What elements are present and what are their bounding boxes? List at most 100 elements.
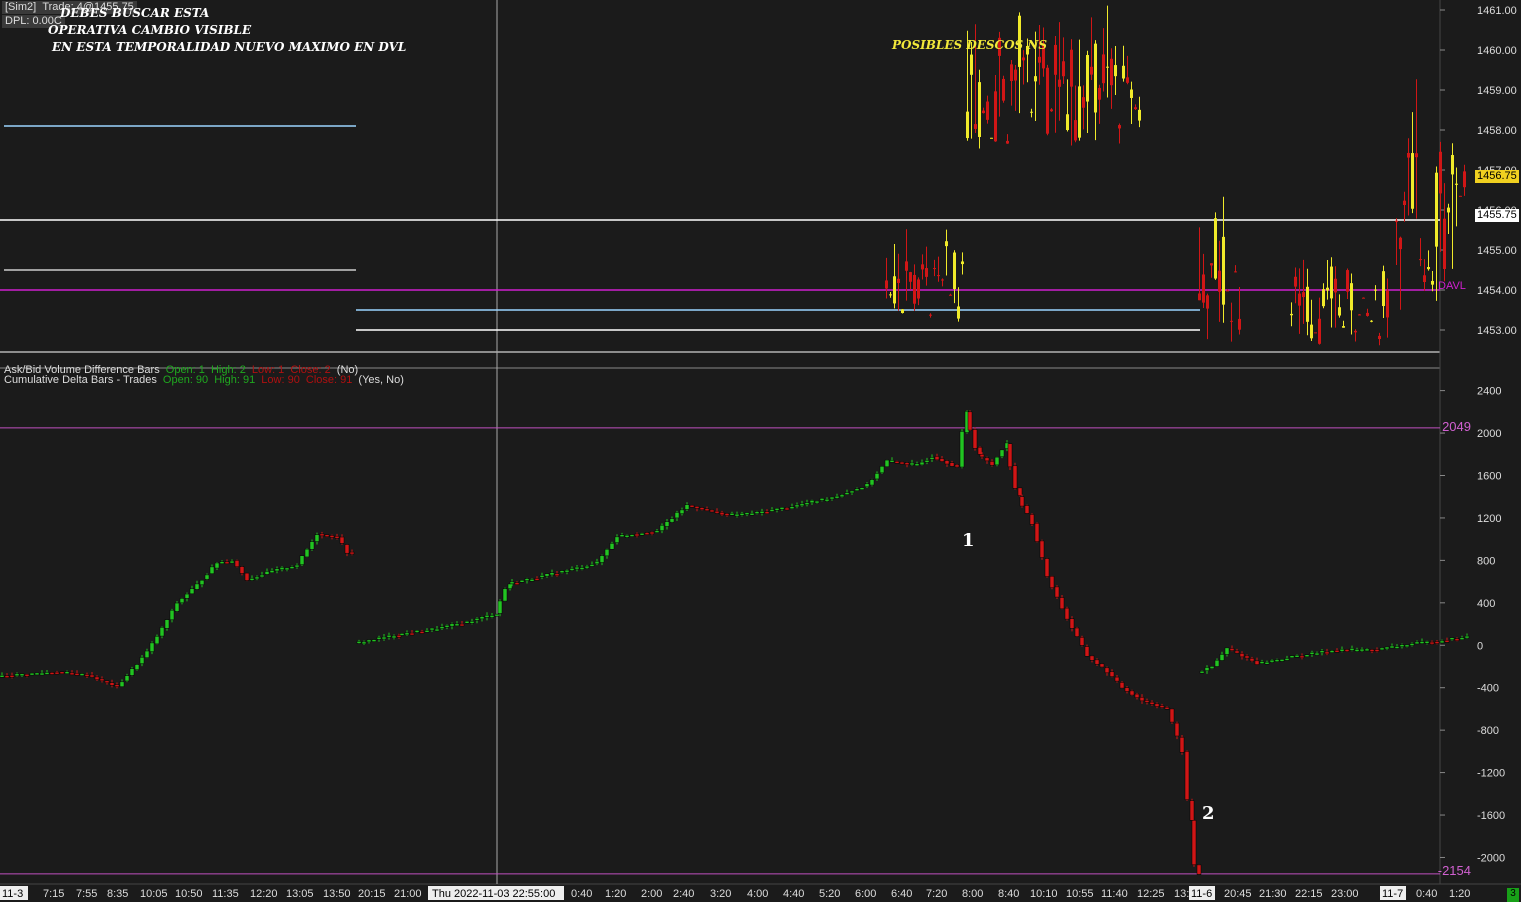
price-candle (1202, 274, 1205, 303)
x-tick-label: 10:55 (1066, 888, 1094, 900)
price-candle (1411, 153, 1414, 209)
delta-bar (1459, 637, 1465, 640)
delta-bar (304, 548, 310, 558)
x-tick-label: 2:40 (673, 888, 694, 900)
delta-bar (1049, 576, 1055, 588)
delta-bar (634, 533, 640, 537)
price-candle (1378, 335, 1381, 340)
delta-bar (609, 543, 615, 550)
delta-bar (699, 507, 705, 511)
annotation-posibles: POSIBLES DESCOS NS (892, 38, 1048, 52)
delta-bar (594, 561, 600, 565)
delta-bar (1196, 864, 1202, 875)
delta-bar (949, 462, 955, 467)
price-candle (1130, 89, 1133, 98)
delta-bar (1464, 635, 1470, 639)
price-candle (1298, 293, 1301, 306)
price-tick-label: 1455.00 (1477, 245, 1517, 257)
delta-bar (1434, 641, 1440, 644)
chart-canvas[interactable]: 1461.001460.001459.001458.001457.001456.… (0, 0, 1521, 902)
delta-bar (109, 682, 115, 686)
x-tick-label: 1:20 (1449, 888, 1470, 900)
delta-bar (361, 641, 367, 645)
delta-bar (834, 495, 840, 499)
delta-bar (1124, 687, 1130, 692)
price-candle (893, 276, 896, 304)
delta-bar (1364, 648, 1370, 652)
delta-bar (1054, 586, 1060, 598)
delta-bar (1114, 676, 1120, 682)
price-candle (1078, 86, 1081, 138)
delta-bar (904, 462, 910, 466)
delta-bar (914, 463, 920, 467)
delta-bar (239, 566, 245, 574)
price-candle (1407, 152, 1410, 158)
delta-bar (124, 675, 130, 682)
price-candle (1102, 54, 1105, 84)
delta-bar (1094, 659, 1100, 665)
delta-bar (1119, 682, 1125, 689)
delta-bar (1154, 703, 1160, 707)
price-candle (929, 314, 932, 316)
x-tick-label: 13:05 (286, 888, 314, 900)
delta-bar (269, 570, 275, 573)
delta-bar (599, 555, 605, 563)
delta-bar (104, 680, 110, 684)
delta-bar (1164, 706, 1170, 710)
price-candle (1455, 183, 1458, 185)
delta-bar (539, 575, 545, 578)
delta-bar (279, 567, 285, 570)
delta-bar (1191, 820, 1197, 866)
delta-bar (639, 532, 645, 536)
delta-tick-label: 2400 (1477, 386, 1501, 398)
price-candle (885, 280, 888, 289)
price-candle (1086, 55, 1089, 102)
x-tick-label: 21:00 (394, 888, 422, 900)
delta-bar (444, 625, 450, 628)
delta-bar (1379, 647, 1385, 651)
delta-bar (999, 449, 1005, 457)
delta-bar (219, 561, 225, 564)
delta-bar (249, 578, 255, 581)
price-candle (1386, 290, 1389, 318)
delta-bar (64, 671, 70, 674)
x-tick-label: 22:15 (1295, 888, 1323, 900)
delta-bar (204, 574, 210, 580)
delta-bar (0, 674, 5, 678)
x-tick-label: 13:50 (323, 888, 351, 900)
delta-bar (1029, 514, 1035, 525)
delta-bar (1179, 736, 1185, 753)
delta-bar (1064, 607, 1070, 620)
delta-bar (224, 561, 230, 565)
delta-bar (44, 672, 50, 675)
price-candle (978, 82, 981, 137)
delta-bar (829, 496, 835, 500)
delta-bar (619, 534, 625, 538)
delta-bar (1024, 505, 1030, 514)
price-candle (1034, 76, 1037, 82)
x-tick-label: 0:40 (1416, 888, 1437, 900)
delta-bar (1429, 641, 1435, 645)
delta-bar (414, 630, 420, 633)
delta-bar (419, 631, 425, 634)
delta-bar (524, 578, 530, 581)
price-candle (1362, 297, 1365, 299)
delta-bar (644, 532, 650, 535)
price-candle (1230, 320, 1233, 322)
delta-bar (944, 460, 950, 465)
delta-bar (24, 674, 30, 677)
delta-bar (1239, 653, 1245, 658)
price-candle (990, 137, 993, 139)
delta-bar (1409, 643, 1415, 646)
delta-tick-label: 1200 (1477, 513, 1501, 525)
x-tick-label: 11-6 (1191, 888, 1212, 900)
x-tick-label: 6:00 (855, 888, 876, 900)
delta-bar (469, 621, 475, 624)
price-candle (1070, 49, 1073, 87)
delta-bar (1084, 646, 1090, 657)
delta-bar (159, 627, 165, 637)
delta-bar (967, 411, 973, 431)
x-tick-label: 23:00 (1331, 888, 1359, 900)
delta-bar (1374, 649, 1380, 652)
price-tick-label: 1453.00 (1477, 325, 1517, 337)
